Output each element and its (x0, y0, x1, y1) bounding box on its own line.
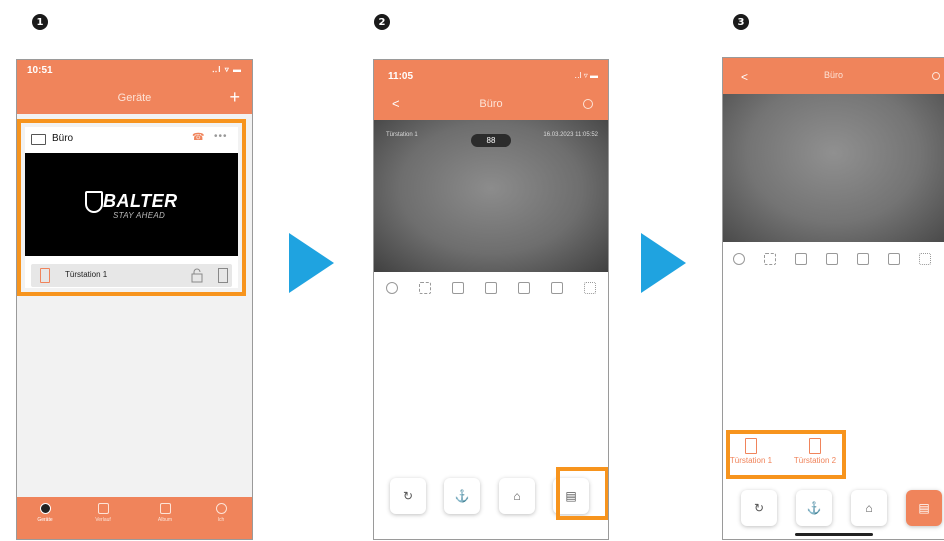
devices-icon (39, 503, 51, 514)
microphone-button[interactable]: ⚓ (796, 490, 832, 526)
add-device-button[interactable]: + (229, 87, 240, 108)
home-indicator (795, 533, 873, 536)
page-title: Geräte (117, 92, 152, 104)
phone-screen-station-select: < Büro Türstation 1 Türstation 2 ↻ ⚓ ⌂ ▤ (722, 57, 944, 540)
page-title: Büro (479, 98, 503, 110)
history-icon (97, 503, 109, 514)
nav-bar: Geräte + (17, 80, 252, 114)
device-card[interactable]: Büro ☎ ••• BALTER STAY AHEAD Türstation … (25, 127, 238, 288)
call-icon[interactable]: ☎ (192, 132, 204, 143)
status-time: 10:51 (27, 65, 53, 76)
next-arrow-1 (289, 233, 334, 293)
tab-label: Geräte (37, 517, 53, 523)
record-icon[interactable] (386, 282, 398, 294)
action-bar: ↻ ⚓ ⌂ ▤ (741, 490, 944, 530)
highlight-station-list: Türstation 1 Türstation 2 (726, 430, 846, 479)
brand-name: BALTER (103, 191, 178, 211)
video-record-icon[interactable] (485, 282, 497, 294)
mute-icon[interactable] (419, 282, 431, 294)
video-feed[interactable] (723, 94, 944, 242)
crop-icon[interactable] (888, 253, 900, 265)
step-number-1: 1 (32, 14, 48, 30)
station-label: Türstation 2 (793, 456, 837, 465)
settings-icon[interactable] (932, 72, 940, 80)
highlight-station-switch (556, 467, 608, 520)
door-station-icon (40, 268, 50, 283)
profile-icon (215, 503, 227, 514)
next-arrow-2 (641, 233, 686, 293)
unlock-button[interactable]: ⌂ (499, 478, 535, 514)
video-controls (723, 253, 944, 267)
station-name: Türstation 1 (65, 270, 108, 279)
device-name: Büro (52, 133, 74, 144)
action-bar: ↻ ⚓ ⌂ ▤ (386, 467, 608, 524)
album-icon (159, 503, 171, 514)
tab-history[interactable]: Verlauf (79, 503, 127, 523)
video-record-icon[interactable] (826, 253, 838, 265)
monitor-icon (31, 134, 46, 145)
device-card-header: Büro ☎ ••• (25, 127, 238, 151)
status-icons: ‥l ▿ ▬ (574, 71, 598, 80)
brand-shield-logo (85, 191, 103, 213)
unlock-button[interactable]: ⌂ (851, 490, 887, 526)
playback-button[interactable]: ↻ (741, 490, 777, 526)
video-station-label: Türstation 1 (386, 132, 418, 138)
status-bar: 10:51 ‥l ▿ ▬ (17, 60, 252, 80)
unlock-icon[interactable] (191, 268, 203, 283)
camera-icon[interactable] (452, 282, 464, 294)
fullscreen-icon[interactable] (584, 282, 596, 294)
station-option-2[interactable]: Türstation 2 (788, 438, 842, 465)
tab-profile[interactable]: Ich (197, 503, 245, 523)
step-number-2: 2 (374, 14, 390, 30)
door-icon[interactable] (218, 268, 228, 283)
door-station-icon (809, 438, 821, 454)
status-time: 11:05 (388, 71, 414, 82)
status-icons: ‥l ▿ ▬ (211, 65, 242, 74)
settings-icon[interactable] (583, 99, 593, 109)
phone-screen-live-view: 11:05 ‥l ▿ ▬ < Büro Türstation 1 88 16.0… (373, 59, 609, 540)
tab-label: Album (157, 517, 173, 523)
tab-album[interactable]: Album (141, 503, 189, 523)
tab-devices[interactable]: Geräte (21, 503, 69, 523)
page-title: Büro (823, 70, 843, 80)
more-options-icon[interactable]: ••• (214, 131, 228, 142)
tab-label: Verlauf (95, 517, 111, 523)
highlight-device-card: Büro ☎ ••• BALTER STAY AHEAD Türstation … (17, 119, 246, 296)
video-controls (374, 282, 608, 298)
playback-button[interactable]: ↻ (390, 478, 426, 514)
microphone-button[interactable]: ⚓ (444, 478, 480, 514)
step-number-3: 3 (733, 14, 749, 30)
device-preview[interactable]: BALTER STAY AHEAD (25, 153, 238, 256)
hd-icon[interactable] (857, 253, 869, 265)
nav-bar: < Büro (723, 58, 944, 94)
hd-icon[interactable] (518, 282, 530, 294)
record-icon[interactable] (733, 253, 745, 265)
tab-label: Ich (217, 517, 225, 523)
tab-bar: Geräte Verlauf Album Ich (17, 497, 252, 539)
station-switch-button[interactable]: ▤ (906, 490, 942, 526)
brand-slogan: STAY AHEAD (113, 211, 166, 220)
mute-icon[interactable] (764, 253, 776, 265)
station-option-1[interactable]: Türstation 1 (724, 438, 778, 465)
phone-screen-devices: 10:51 ‥l ▿ ▬ Geräte + Büro ☎ ••• BALTER … (16, 59, 253, 540)
nav-bar: 11:05 ‥l ▿ ▬ < Büro (374, 60, 608, 120)
crop-icon[interactable] (551, 282, 563, 294)
video-feed[interactable]: Türstation 1 88 16.03.2023 11:05:52 (374, 120, 608, 272)
video-timestamp: 16.03.2023 11:05:52 (543, 132, 598, 138)
station-label: Türstation 1 (729, 456, 773, 465)
station-row[interactable]: Türstation 1 (31, 264, 232, 287)
camera-icon[interactable] (795, 253, 807, 265)
fullscreen-icon[interactable] (919, 253, 931, 265)
video-badge: 88 (471, 134, 511, 147)
door-station-icon (745, 438, 757, 454)
